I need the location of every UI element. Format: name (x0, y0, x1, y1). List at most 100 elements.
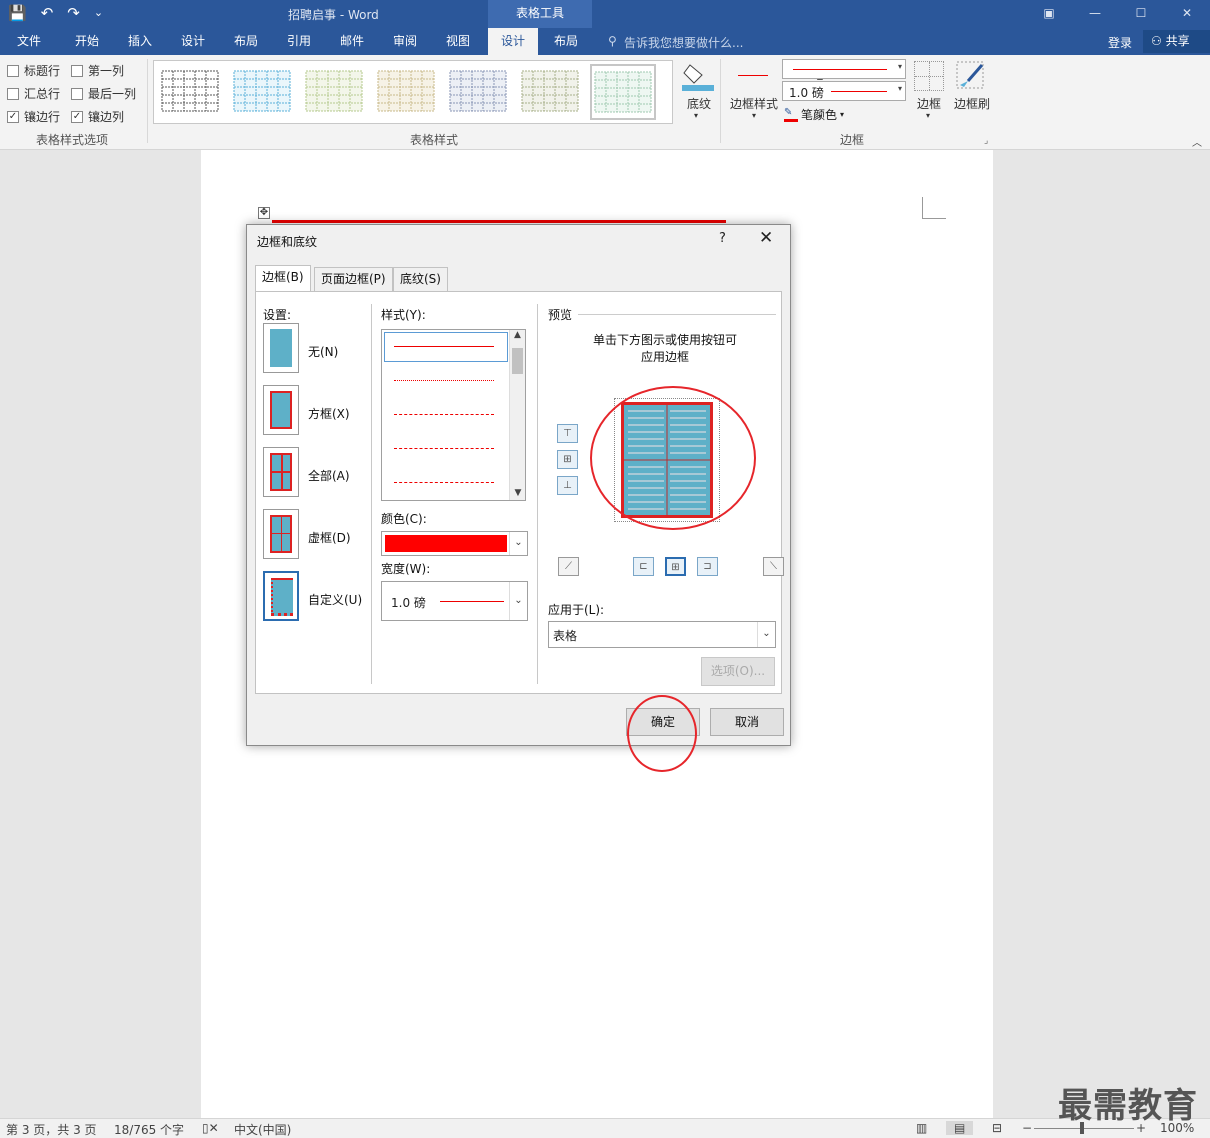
collapse-ribbon-icon[interactable]: ︿ (1192, 134, 1202, 149)
scroll-up-icon[interactable]: ▲ (510, 330, 525, 340)
tab-table-layout[interactable]: 布局 (541, 28, 591, 55)
right-border-button[interactable]: ⊐ (697, 557, 718, 576)
line-style-dash-dot[interactable] (394, 482, 494, 483)
line-style-solid[interactable] (394, 346, 494, 347)
share-button[interactable]: ⚇ 共享 (1143, 30, 1210, 53)
redo-icon[interactable]: ↷ (67, 4, 80, 22)
language-indicator[interactable]: 中文(中国) (234, 1121, 291, 1138)
shading-button[interactable]: 底纹 (684, 95, 714, 112)
shading-dropdown-icon[interactable]: ▾ (694, 111, 698, 120)
bottom-border-button[interactable]: ⊥ (557, 476, 578, 495)
banded-rows-checkbox[interactable]: ✓ 镶边行 (7, 108, 60, 125)
table-style-1[interactable] (161, 70, 219, 112)
line-style-list[interactable]: ▲ ▼ (381, 329, 526, 501)
tab-shading[interactable]: 底纹(S) (393, 267, 448, 291)
setting-all-icon[interactable] (263, 447, 299, 497)
tab-view[interactable]: 视图 (433, 28, 483, 55)
dialog-close-button[interactable]: ✕ (759, 228, 773, 248)
scroll-down-icon[interactable]: ▼ (510, 488, 526, 498)
setting-grid-icon[interactable] (263, 509, 299, 559)
ribbon-display-options-icon[interactable]: ▣ (1026, 0, 1072, 28)
minimize-button[interactable]: — (1072, 0, 1118, 28)
pen-color-button[interactable]: ✎ 笔颜色 ▾ (784, 106, 844, 123)
top-border-button[interactable]: ⊤ (557, 424, 578, 443)
dialog-launcher-icon[interactable]: ⌟ (984, 136, 988, 146)
proofing-icon[interactable]: ▯✕ (202, 1121, 219, 1135)
cancel-button[interactable]: 取消 (710, 708, 784, 736)
tab-file[interactable]: 文件 (6, 28, 52, 55)
table-style-6[interactable] (521, 70, 579, 112)
word-count[interactable]: 18/765 个字 (114, 1121, 184, 1138)
page-count[interactable]: 第 3 页，共 3 页 (6, 1121, 97, 1138)
close-window-button[interactable]: ✕ (1164, 0, 1210, 28)
total-row-checkbox[interactable]: 汇总行 (7, 85, 60, 102)
print-layout-icon[interactable]: ▤ (946, 1121, 974, 1135)
diagonal-up-border-button[interactable]: ⟍ (763, 557, 784, 576)
style-list-scrollbar[interactable]: ▲ ▼ (509, 330, 525, 500)
tab-layout[interactable]: 布局 (221, 28, 271, 55)
setting-none-icon[interactable] (263, 323, 299, 373)
table-style-5[interactable] (449, 70, 507, 112)
color-dropdown[interactable]: ⌄ (381, 531, 528, 556)
inside-horizontal-border-button[interactable]: ⊞ (557, 450, 578, 469)
inside-vertical-border-button[interactable]: ⊞ (665, 557, 686, 576)
tab-references[interactable]: 引用 (274, 28, 324, 55)
setting-box-icon[interactable] (263, 385, 299, 435)
customize-qat-icon[interactable]: ⌄ (94, 4, 103, 22)
table-style-4[interactable] (377, 70, 435, 112)
borders-button[interactable]: 边框 (914, 95, 944, 112)
border-painter-icon[interactable] (956, 61, 986, 91)
tell-me-search[interactable]: 告诉我您想要做什么... (624, 34, 743, 51)
table-style-7-selected[interactable] (590, 64, 656, 120)
tab-design[interactable]: 设计 (168, 28, 218, 55)
tab-home[interactable]: 开始 (62, 28, 112, 55)
table-move-handle[interactable]: ✥ (258, 207, 270, 219)
line-weight-dropdown[interactable]: 1.0 磅 ▾ (782, 81, 906, 101)
tab-insert[interactable]: 插入 (115, 28, 165, 55)
setting-custom-icon[interactable] (263, 571, 299, 621)
setting-box-label[interactable]: 方框(X) (308, 405, 350, 422)
setting-grid-label[interactable]: 虚框(D) (308, 529, 351, 546)
line-style-dotted[interactable] (394, 380, 494, 381)
table-style-3[interactable] (305, 70, 363, 112)
border-painter-button[interactable]: 边框刷 (952, 95, 992, 112)
border-styles-button[interactable]: 边框样式 (728, 95, 780, 112)
tab-page-border[interactable]: 页面边框(P) (314, 267, 393, 291)
border-styles-dropdown-icon[interactable]: ▾ (752, 111, 756, 120)
tab-review[interactable]: 审阅 (380, 28, 430, 55)
line-style-dashed[interactable] (394, 414, 494, 415)
width-dropdown[interactable]: 1.0 磅 ⌄ (381, 581, 528, 621)
undo-icon[interactable]: ↶ (41, 4, 54, 22)
zoom-out-icon[interactable]: − (1022, 1121, 1032, 1135)
apply-to-dropdown[interactable]: 表格 ⌄ (548, 621, 776, 648)
scroll-thumb[interactable] (512, 348, 523, 374)
login-link[interactable]: 登录 (1108, 34, 1132, 51)
left-border-button[interactable]: ⊏ (633, 557, 654, 576)
tab-borders[interactable]: 边框(B) (255, 265, 311, 292)
web-layout-icon[interactable]: ⊟ (992, 1121, 1002, 1135)
line-style-selected[interactable] (384, 332, 508, 362)
borders-icon[interactable] (914, 61, 944, 91)
setting-custom-label[interactable]: 自定义(U) (308, 591, 362, 608)
read-mode-icon[interactable]: ▥ (916, 1121, 927, 1135)
line-style-dropdown[interactable]: ▾ (782, 59, 906, 79)
borders-dropdown-icon[interactable]: ▾ (926, 111, 930, 120)
setting-all-label[interactable]: 全部(A) (308, 467, 350, 484)
dialog-title: 边框和底纹 (257, 235, 318, 249)
table-style-2[interactable] (233, 70, 291, 112)
diagonal-down-border-button[interactable]: ⟋ (558, 557, 579, 576)
zoom-slider-track[interactable] (1034, 1128, 1134, 1129)
maximize-button[interactable]: ☐ (1118, 0, 1164, 28)
tab-table-design[interactable]: 设计 (488, 28, 538, 55)
options-button[interactable]: 选项(O)... (701, 657, 775, 686)
banded-columns-checkbox[interactable]: ✓ 镶边列 (71, 108, 124, 125)
save-icon[interactable]: 💾 (8, 4, 27, 22)
first-column-checkbox[interactable]: 第一列 (71, 62, 124, 79)
line-style-long-dash[interactable] (394, 448, 494, 449)
help-button[interactable]: ? (719, 231, 726, 246)
shading-icon[interactable] (682, 61, 714, 91)
last-column-checkbox[interactable]: 最后一列 (71, 85, 136, 102)
tab-mailings[interactable]: 邮件 (327, 28, 377, 55)
header-row-checkbox[interactable]: 标题行 (7, 62, 60, 79)
setting-none-label[interactable]: 无(N) (308, 343, 338, 360)
